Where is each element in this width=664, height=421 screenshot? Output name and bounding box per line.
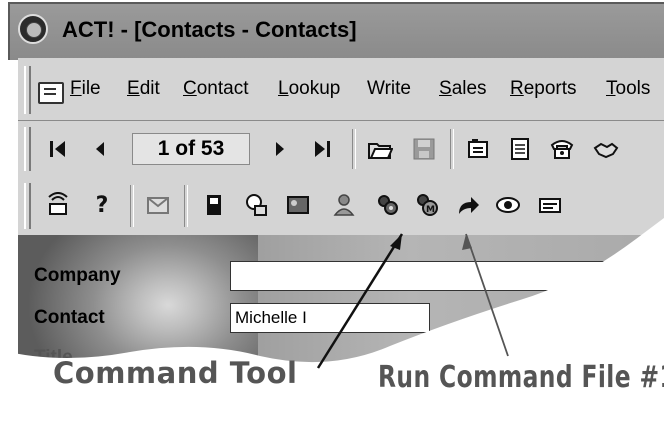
contact-label: Contact: [34, 307, 105, 328]
act-window: ACT! - [Contacts - Contacts] File Edit C…: [0, 0, 664, 421]
person-icon[interactable]: [330, 191, 358, 219]
command-tool-callout: Command Tool: [53, 356, 298, 390]
menu-contact-label: ontact: [196, 78, 249, 99]
command-toolbar: ? M: [18, 177, 664, 235]
menu-write-label: Write: [367, 78, 411, 99]
image-icon[interactable]: [284, 191, 312, 219]
menu-sales-label: ales: [451, 78, 487, 99]
device-icon[interactable]: [200, 191, 228, 219]
toolbar-separator: [352, 129, 356, 169]
handshake-icon[interactable]: [592, 135, 620, 163]
menu-sales-mnemonic: S: [439, 78, 452, 99]
new-contact-icon[interactable]: [464, 135, 492, 163]
menu-tools-mnemonic: T: [606, 78, 616, 99]
window-title: ACT! - [Contacts - Contacts]: [62, 17, 357, 42]
first-record-icon[interactable]: [44, 135, 72, 163]
next-record-icon[interactable]: [266, 135, 294, 163]
save-icon[interactable]: [410, 135, 438, 163]
record-counter[interactable]: 1 of 53: [132, 133, 250, 165]
run-command-file-callout: Run Command File #14: [378, 360, 664, 395]
email-icon[interactable]: [144, 191, 172, 219]
svg-text:M: M: [426, 205, 435, 215]
menu-contact-mnemonic: C: [183, 78, 197, 99]
company-field[interactable]: [230, 261, 664, 291]
menu-edit[interactable]: Edit: [127, 78, 160, 100]
menu-reports-mnemonic: R: [510, 78, 524, 99]
menu-lookup-mnemonic: L: [278, 78, 289, 99]
menu-sales[interactable]: Sales: [439, 78, 487, 100]
toolbar1-grip[interactable]: [24, 127, 31, 171]
contact-field[interactable]: Michelle I: [230, 303, 430, 333]
menu-contact[interactable]: Contact: [183, 78, 249, 100]
last-record-icon[interactable]: [308, 135, 336, 163]
open-folder-icon[interactable]: [366, 135, 394, 163]
query-icon[interactable]: [242, 191, 270, 219]
menubar-grip[interactable]: [24, 66, 31, 114]
menu-edit-mnemonic: E: [127, 78, 140, 99]
menu-lookup[interactable]: Lookup: [278, 78, 340, 100]
phone-icon[interactable]: [548, 135, 576, 163]
menu-reports-label: eports: [523, 78, 577, 99]
title-bar: ACT! - [Contacts - Contacts]: [8, 2, 664, 60]
menu-lookup-label: ookup: [288, 78, 341, 99]
toolbar-separator: [184, 185, 188, 227]
act-app-icon[interactable]: [18, 14, 48, 44]
toolbar-separator: [450, 129, 454, 169]
menu-file[interactable]: File: [70, 78, 101, 100]
notepad-icon[interactable]: [506, 135, 534, 163]
menu-file-label: ile: [81, 78, 101, 99]
toolbar-separator: [130, 185, 134, 227]
document-menu-icon[interactable]: [38, 82, 64, 104]
menu-edit-label: dit: [139, 78, 160, 99]
menu-tools-label: ools: [615, 78, 651, 99]
navigation-toolbar: 1 of 53: [18, 121, 664, 177]
help-icon[interactable]: ?: [88, 191, 116, 219]
company-label: Company: [34, 265, 121, 286]
forward-arrow-icon[interactable]: [454, 191, 482, 219]
menu-file-mnemonic: F: [70, 78, 82, 99]
menu-write[interactable]: Write: [367, 78, 411, 100]
card-icon[interactable]: [536, 191, 564, 219]
view-icon[interactable]: [494, 191, 522, 219]
toolbar2-grip[interactable]: [24, 183, 31, 229]
menu-bar: File Edit Contact Lookup Write Sales Rep…: [18, 58, 664, 121]
menu-tools[interactable]: Tools: [606, 78, 650, 100]
menu-reports[interactable]: Reports: [510, 78, 577, 100]
previous-record-icon[interactable]: [86, 135, 114, 163]
command-tool-icon[interactable]: [374, 191, 402, 219]
dialer-icon[interactable]: [44, 191, 72, 219]
run-command-file-icon[interactable]: M: [414, 191, 442, 219]
